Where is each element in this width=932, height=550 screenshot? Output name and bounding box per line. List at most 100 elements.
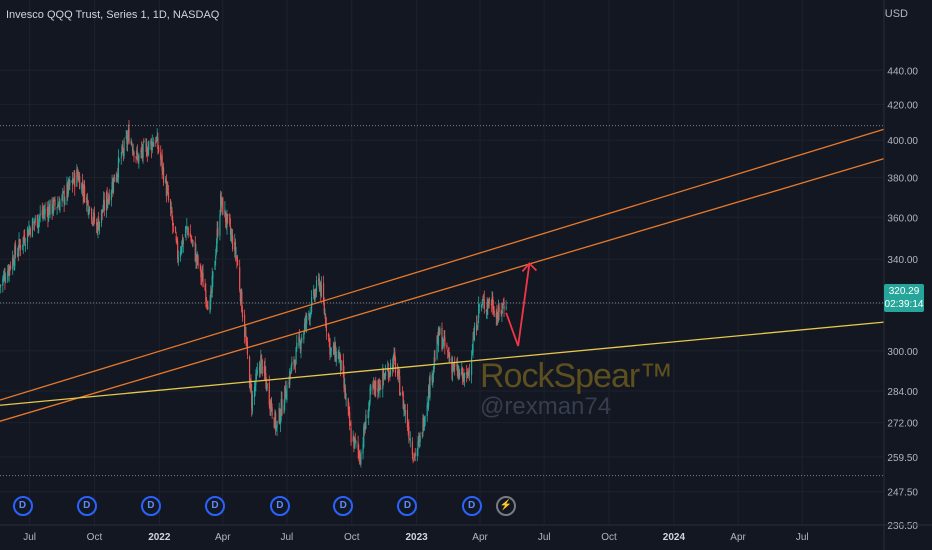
candle-body: [444, 336, 446, 347]
candle-body: [370, 386, 372, 391]
last-price-value: 320.29: [888, 286, 920, 297]
candle-body: [232, 236, 234, 250]
candle-body: [354, 438, 356, 441]
candle-body: [345, 398, 347, 399]
candle-body: [64, 199, 66, 205]
candle-body: [128, 128, 130, 144]
candle-body: [471, 357, 473, 376]
candle-body: [266, 383, 268, 389]
candle-body: [399, 393, 402, 396]
candle-body: [315, 280, 318, 293]
candle-body: [291, 362, 293, 366]
candle-body: [409, 438, 411, 442]
candle-body: [424, 416, 426, 425]
last-price-tag: 320.29 02:39:14: [884, 284, 924, 312]
price-tick-label: 284.00: [887, 387, 918, 398]
candle-body: [14, 244, 17, 255]
candle-body: [260, 354, 263, 358]
candle-body: [227, 214, 229, 216]
candle-body: [478, 304, 480, 307]
candle-body: [459, 372, 461, 377]
candle-body: [463, 372, 466, 379]
dividend-marker[interactable]: D: [76, 496, 97, 516]
candle-body: [197, 256, 199, 265]
candle-body: [153, 142, 155, 147]
candle-body: [79, 176, 81, 190]
candle: [222, 196, 224, 216]
candle-body: [385, 371, 387, 376]
candle-body: [29, 228, 31, 236]
candle-body: [330, 348, 332, 352]
candle: [123, 137, 125, 159]
candle-body: [380, 387, 382, 390]
time-tick-label: Oct: [601, 532, 617, 543]
candle-body: [59, 201, 61, 211]
candle-body: [439, 328, 441, 334]
watermark: RockSpear™ @rexman74: [480, 357, 673, 420]
candle-body: [473, 325, 476, 341]
dividend-marker[interactable]: D: [205, 496, 225, 516]
chart-background: [0, 0, 932, 550]
candle-body: [261, 359, 263, 374]
time-tick-label: Jul: [796, 532, 809, 543]
price-tick-label: 440.00: [887, 66, 918, 77]
price-tick-label: 420.00: [887, 100, 918, 111]
candle-body: [419, 435, 421, 443]
candle-body: [320, 284, 323, 297]
candle-body: [394, 358, 397, 374]
candle-body: [498, 306, 500, 313]
candle-body: [44, 208, 46, 215]
candle-body: [205, 299, 208, 301]
candle: [429, 372, 431, 401]
candle-body: [138, 154, 140, 162]
watermark-brand: RockSpear™: [480, 357, 673, 395]
candle-body: [0, 285, 2, 286]
candle-body: [482, 300, 484, 302]
price-tick-label: 400.00: [887, 136, 918, 147]
candle-body: [251, 394, 253, 412]
candle-body: [93, 213, 96, 223]
candle-body: [365, 414, 367, 429]
time-tick-label: Apr: [730, 532, 746, 543]
candle-body: [108, 194, 110, 203]
candle-body: [301, 337, 303, 342]
time-tick-label: 2024: [663, 532, 686, 543]
candle-body: [493, 310, 495, 317]
candle-body: [503, 305, 505, 310]
currency-label: USD: [884, 8, 908, 20]
candle-body: [142, 143, 144, 158]
dividend-marker[interactable]: D: [269, 496, 290, 516]
dividend-marker[interactable]: D: [140, 496, 161, 516]
candle-body: [113, 174, 115, 183]
price-tick-label: 259.50: [887, 453, 918, 464]
candle-body: [202, 272, 204, 288]
candle-body: [74, 173, 76, 188]
price-chart[interactable]: 236.50 247.50 259.50 272.00 284.00 300.00 320.…: [0, 0, 932, 550]
candle-body: [222, 197, 224, 215]
candle-body: [123, 140, 125, 156]
candle: [113, 174, 115, 183]
candle-body: [256, 370, 258, 374]
time-tick-label: Oct: [344, 532, 360, 543]
candle-body: [136, 152, 139, 157]
candle-body: [182, 239, 184, 245]
candle-body: [120, 157, 122, 158]
candle-body: [167, 192, 170, 200]
candle-body: [340, 360, 342, 371]
candle-body: [24, 244, 26, 246]
candle-body: [19, 245, 22, 250]
earnings-marker[interactable]: ⚡: [496, 496, 517, 516]
dividend-marker[interactable]: D: [461, 496, 482, 516]
candle-body: [162, 167, 165, 183]
candle-body: [454, 363, 456, 367]
candle-body: [480, 305, 483, 308]
price-tick-label: 300.00: [887, 347, 918, 358]
dividend-marker[interactable]: D: [12, 496, 33, 516]
candle-body: [468, 371, 471, 373]
candle-body: [177, 257, 179, 262]
candle-body: [69, 180, 71, 186]
candle: [424, 415, 426, 427]
candle-body: [212, 271, 214, 279]
candle-body: [429, 374, 431, 397]
candle-body: [34, 217, 36, 223]
